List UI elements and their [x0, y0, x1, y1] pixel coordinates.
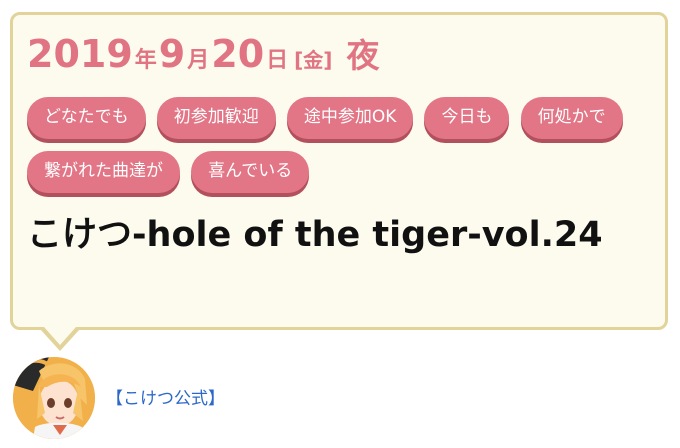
tag-list: どなたでも 初参加歓迎 途中参加OK 今日も 何処かで 繋がれた曲達が 喜んでい…: [27, 97, 657, 205]
tag-item[interactable]: 今日も: [424, 97, 510, 139]
event-date: 2019年9月20日 [金] 夜: [27, 35, 379, 73]
date-month: 9: [158, 32, 186, 76]
tag-item[interactable]: 何処かで: [520, 97, 623, 139]
tag-item[interactable]: どなたでも: [27, 97, 146, 139]
date-year-unit: 年: [134, 48, 157, 73]
date-day-unit: 日: [266, 48, 289, 73]
avatar-illustration: [13, 357, 95, 439]
date-weekday: [金]: [294, 48, 333, 72]
time-of-day: 夜: [346, 36, 380, 75]
event-title[interactable]: こけつ-hole of the tiger-vol.24: [27, 205, 627, 265]
tag-item[interactable]: 喜んでいる: [191, 151, 310, 193]
organizer-avatar-icon[interactable]: [13, 357, 95, 439]
date-year: 2019: [27, 32, 133, 76]
event-card: 2019年9月20日 [金] 夜 どなたでも 初参加歓迎 途中参加OK 今日も 何処…: [10, 12, 668, 330]
tag-item[interactable]: 途中参加OK: [286, 97, 414, 139]
date-month-unit: 月: [187, 48, 210, 73]
speech-bubble-tail-inner: [44, 327, 76, 345]
date-day: 20: [211, 32, 265, 76]
organizer-name-link[interactable]: 【こけつ公式】: [106, 384, 225, 409]
tag-item[interactable]: 繋がれた曲達が: [27, 151, 180, 193]
tag-item[interactable]: 初参加歓迎: [156, 97, 276, 139]
